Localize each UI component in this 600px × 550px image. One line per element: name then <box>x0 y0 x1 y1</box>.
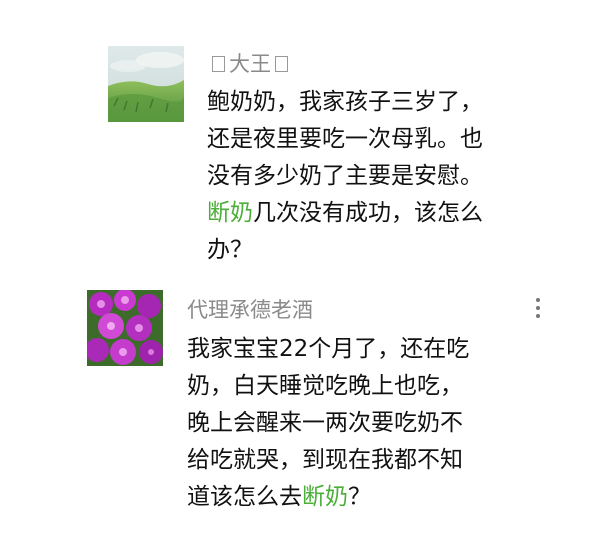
comment-line: 还是夜里要吃一次母乳。也 <box>207 121 483 158</box>
dot <box>536 298 540 302</box>
line-text: 几次没有成功，该怎么 <box>253 200 483 226</box>
line-text: 还是夜里要吃一次母乳。也 <box>207 126 483 152</box>
line-text: 道该怎么去 <box>187 484 302 510</box>
emoji-placeholder-icon <box>212 56 225 72</box>
highlight-keyword[interactable]: 断奶 <box>302 484 348 510</box>
comment-line: 奶，白天睡觉吃晚上也吃， <box>187 368 469 405</box>
line-text: 办？ <box>207 237 253 263</box>
line-text: 晚上会醒来一两次要吃奶不 <box>187 410 463 436</box>
comment-text: 鲍奶奶，我家孩子三岁了， 还是夜里要吃一次母乳。也 没有多少奶了主要是安慰。 断… <box>207 84 483 269</box>
comment-author[interactable]: 代理承德老酒 <box>187 297 313 323</box>
comment-line: 没有多少奶了主要是安慰。 <box>207 158 483 195</box>
author-name: 大王 <box>229 52 271 76</box>
line-text: 我家宝宝22个月了，还在吃 <box>187 336 470 362</box>
comment-line: 给吃就哭，到现在我都不知 <box>187 442 469 479</box>
line-text: 给吃就哭，到现在我都不知 <box>187 447 463 473</box>
emoji-placeholder-icon <box>275 56 288 72</box>
comment-line: 我家宝宝22个月了，还在吃 <box>187 331 469 368</box>
vertical-dots-icon[interactable] <box>535 298 541 322</box>
dot <box>536 314 540 318</box>
line-text: 鲍奶奶，我家孩子三岁了， <box>207 89 483 115</box>
comment-author[interactable]: 大王 <box>208 51 292 77</box>
comment-line: 鲍奶奶，我家孩子三岁了， <box>207 84 483 121</box>
line-text: 没有多少奶了主要是安慰。 <box>207 163 483 189</box>
highlight-keyword[interactable]: 断奶 <box>207 200 253 226</box>
line-text: 奶，白天睡觉吃晚上也吃， <box>187 373 463 399</box>
line-text: ？ <box>348 484 371 510</box>
comment-line: 晚上会醒来一两次要吃奶不 <box>187 405 469 442</box>
dot <box>536 306 540 310</box>
comment-line: 办？ <box>207 232 483 269</box>
comment-text: 我家宝宝22个月了，还在吃 奶，白天睡觉吃晚上也吃， 晚上会醒来一两次要吃奶不 … <box>187 331 469 516</box>
author-name: 代理承德老酒 <box>187 298 313 322</box>
landscape-avatar-image <box>108 46 184 122</box>
purple-flowers-avatar-image <box>87 290 163 366</box>
comment-line: 断奶几次没有成功，该怎么 <box>207 195 483 232</box>
avatar[interactable] <box>87 290 163 366</box>
avatar[interactable] <box>108 46 184 122</box>
comment-line: 道该怎么去断奶？ <box>187 479 469 516</box>
